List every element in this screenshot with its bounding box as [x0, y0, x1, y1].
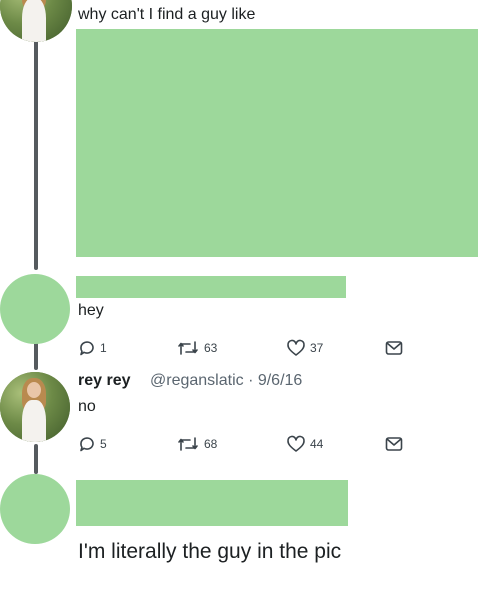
thread-line [34, 444, 38, 474]
handle-date: @reganslatic · 9/6/16 [150, 372, 303, 389]
reply-icon [78, 339, 96, 357]
redacted-image [76, 29, 478, 257]
display-name[interactable]: rey rey [78, 372, 131, 390]
reply-icon [78, 435, 96, 453]
thread-line [34, 340, 38, 370]
avatar[interactable] [0, 274, 70, 344]
heart-icon [286, 435, 306, 453]
tweet-text: hey [78, 302, 104, 319]
avatar[interactable] [0, 0, 72, 42]
dm-icon [385, 436, 403, 452]
retweet-icon [176, 435, 200, 453]
dm-button[interactable] [385, 338, 403, 358]
tweet-text: I'm literally the guy in the pic [78, 540, 342, 563]
like-button[interactable]: 37 [286, 338, 323, 358]
thread-line [34, 38, 38, 270]
retweet-count: 63 [204, 341, 218, 355]
retweet-count: 68 [204, 437, 218, 451]
avatar[interactable] [0, 372, 70, 442]
redacted-name [76, 276, 346, 298]
retweet-button[interactable]: 68 [176, 434, 217, 454]
like-button[interactable]: 44 [286, 434, 323, 454]
dm-button[interactable] [385, 434, 403, 454]
tweet-text: no [78, 398, 96, 415]
like-count: 37 [310, 341, 324, 355]
reply-button[interactable]: 1 [78, 338, 107, 358]
like-count: 44 [310, 437, 324, 451]
reply-count: 1 [100, 341, 107, 355]
retweet-icon [176, 339, 200, 357]
reply-count: 5 [100, 437, 107, 451]
reply-button[interactable]: 5 [78, 434, 107, 454]
tweet-text: why can't I find a guy like [78, 6, 256, 23]
retweet-button[interactable]: 63 [176, 338, 217, 358]
heart-icon [286, 339, 306, 357]
dm-icon [385, 340, 403, 356]
avatar[interactable] [0, 474, 70, 544]
redacted-name [76, 480, 348, 526]
